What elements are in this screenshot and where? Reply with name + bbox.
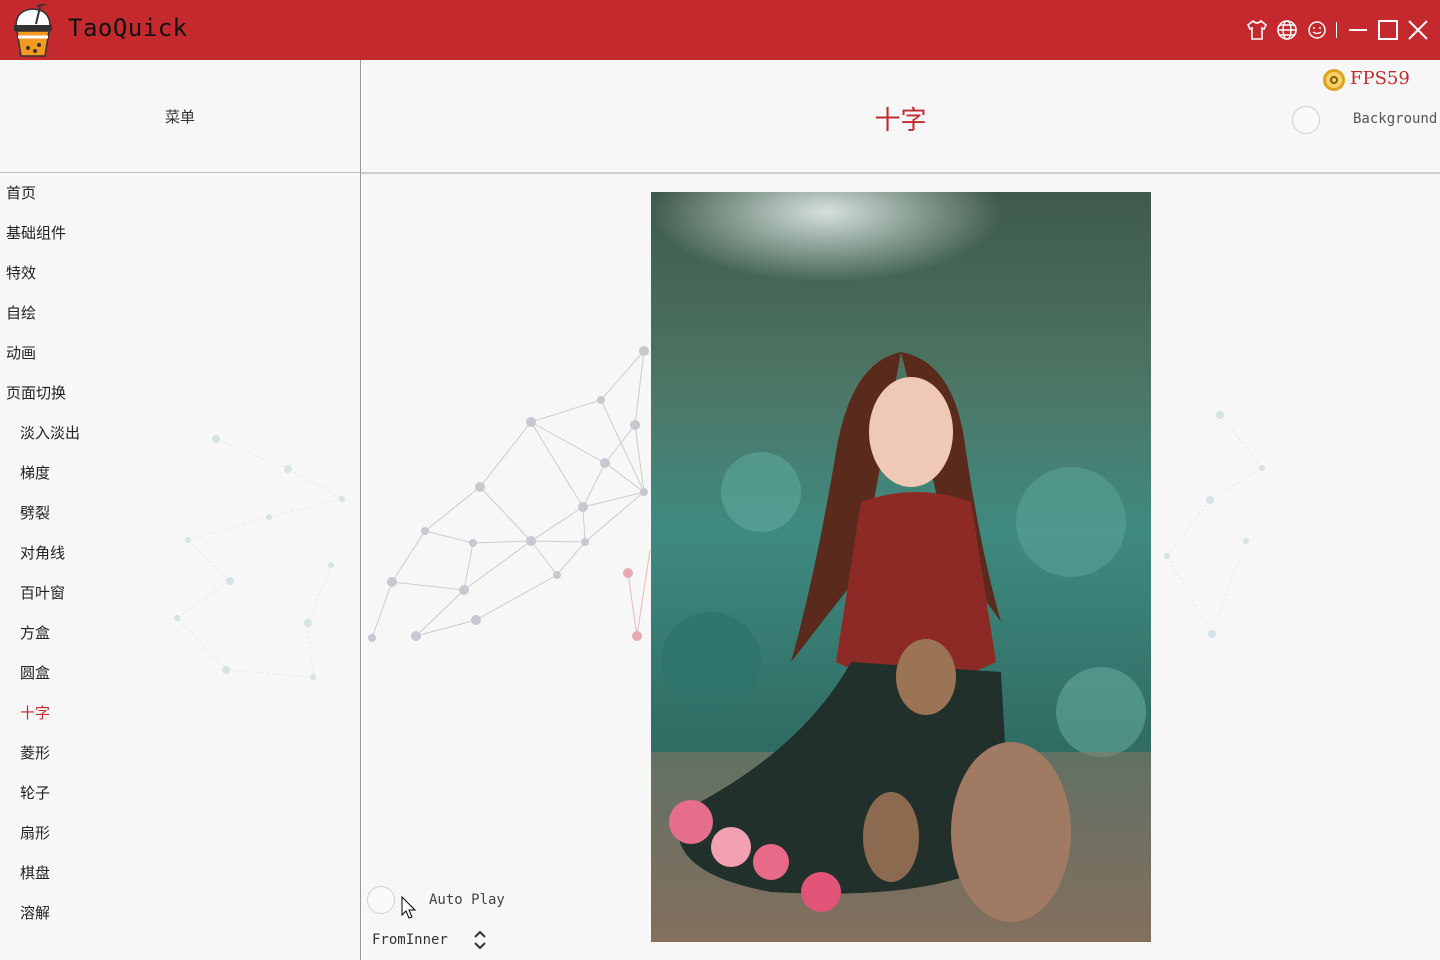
menu-item-page-transition[interactable]: 页面切换 (0, 373, 360, 413)
fps-gauge-icon (1323, 69, 1345, 91)
background-toggle[interactable] (1292, 106, 1320, 134)
menu-item-effects[interactable]: 特效 (0, 253, 360, 293)
mode-spin-icon[interactable] (471, 928, 489, 952)
app-title: TaoQuick (68, 14, 188, 42)
menu-item-circle-box[interactable]: 圆盒 (0, 653, 360, 693)
titlebar-separator (1336, 22, 1337, 38)
background-label: Background (1353, 111, 1438, 127)
menu-item-box[interactable]: 方盒 (0, 613, 360, 653)
maximize-icon[interactable] (1376, 18, 1400, 42)
autoplay-label: Auto Play (429, 892, 505, 908)
menu-title: 菜单 (164, 108, 195, 126)
menu-item-checkerboard[interactable]: 棋盘 (0, 853, 360, 893)
menu-item-custom-draw[interactable]: 自绘 (0, 293, 360, 333)
menu-item-wheel[interactable]: 轮子 (0, 773, 360, 813)
globe-icon[interactable] (1275, 18, 1299, 42)
fps-badge: FPS59 (1322, 68, 1422, 92)
menu-item-fan[interactable]: 扇形 (0, 813, 360, 853)
menu-item-fade[interactable]: 淡入淡出 (0, 413, 360, 453)
minimize-icon[interactable] (1346, 18, 1370, 42)
close-icon[interactable] (1406, 18, 1430, 42)
menu-header: 菜单 (0, 60, 360, 173)
bubble-tea-logo-icon (14, 4, 52, 57)
menu-item-animation[interactable]: 动画 (0, 333, 360, 373)
mouse-cursor-icon (401, 896, 417, 919)
menu-item-cross[interactable]: 十字 (0, 693, 360, 733)
menu-item-dissolve[interactable]: 溶解 (0, 893, 360, 933)
smile-icon[interactable] (1305, 18, 1329, 42)
transition-preview-image (651, 192, 1151, 942)
menu-panel: 菜单 首页 基础组件 特效 自绘 动画 页面切换 淡入淡出 梯度 劈裂 对角线 … (0, 60, 361, 960)
menu-item-basic-components[interactable]: 基础组件 (0, 213, 360, 253)
menu-item-diamond[interactable]: 菱形 (0, 733, 360, 773)
menu-item-diagonal[interactable]: 对角线 (0, 533, 360, 573)
title-bar: TaoQuick (0, 0, 1440, 60)
shirt-icon[interactable] (1245, 18, 1269, 42)
page-title: 十字 (874, 106, 927, 136)
fps-counter: FPS59 (1350, 68, 1410, 89)
menu-list: 首页 基础组件 特效 自绘 动画 页面切换 淡入淡出 梯度 劈裂 对角线 百叶窗… (0, 173, 360, 933)
autoplay-toggle[interactable] (367, 886, 395, 914)
menu-item-home[interactable]: 首页 (0, 173, 360, 213)
menu-item-blinds[interactable]: 百叶窗 (0, 573, 360, 613)
menu-item-gradient[interactable]: 梯度 (0, 453, 360, 493)
transition-mode-value[interactable]: FromInner (372, 932, 448, 948)
menu-item-split[interactable]: 劈裂 (0, 493, 360, 533)
main-header: 十字 FPS59 Background (361, 60, 1440, 174)
main-content: 十字 FPS59 Background Auto Play FromInner (361, 60, 1440, 960)
